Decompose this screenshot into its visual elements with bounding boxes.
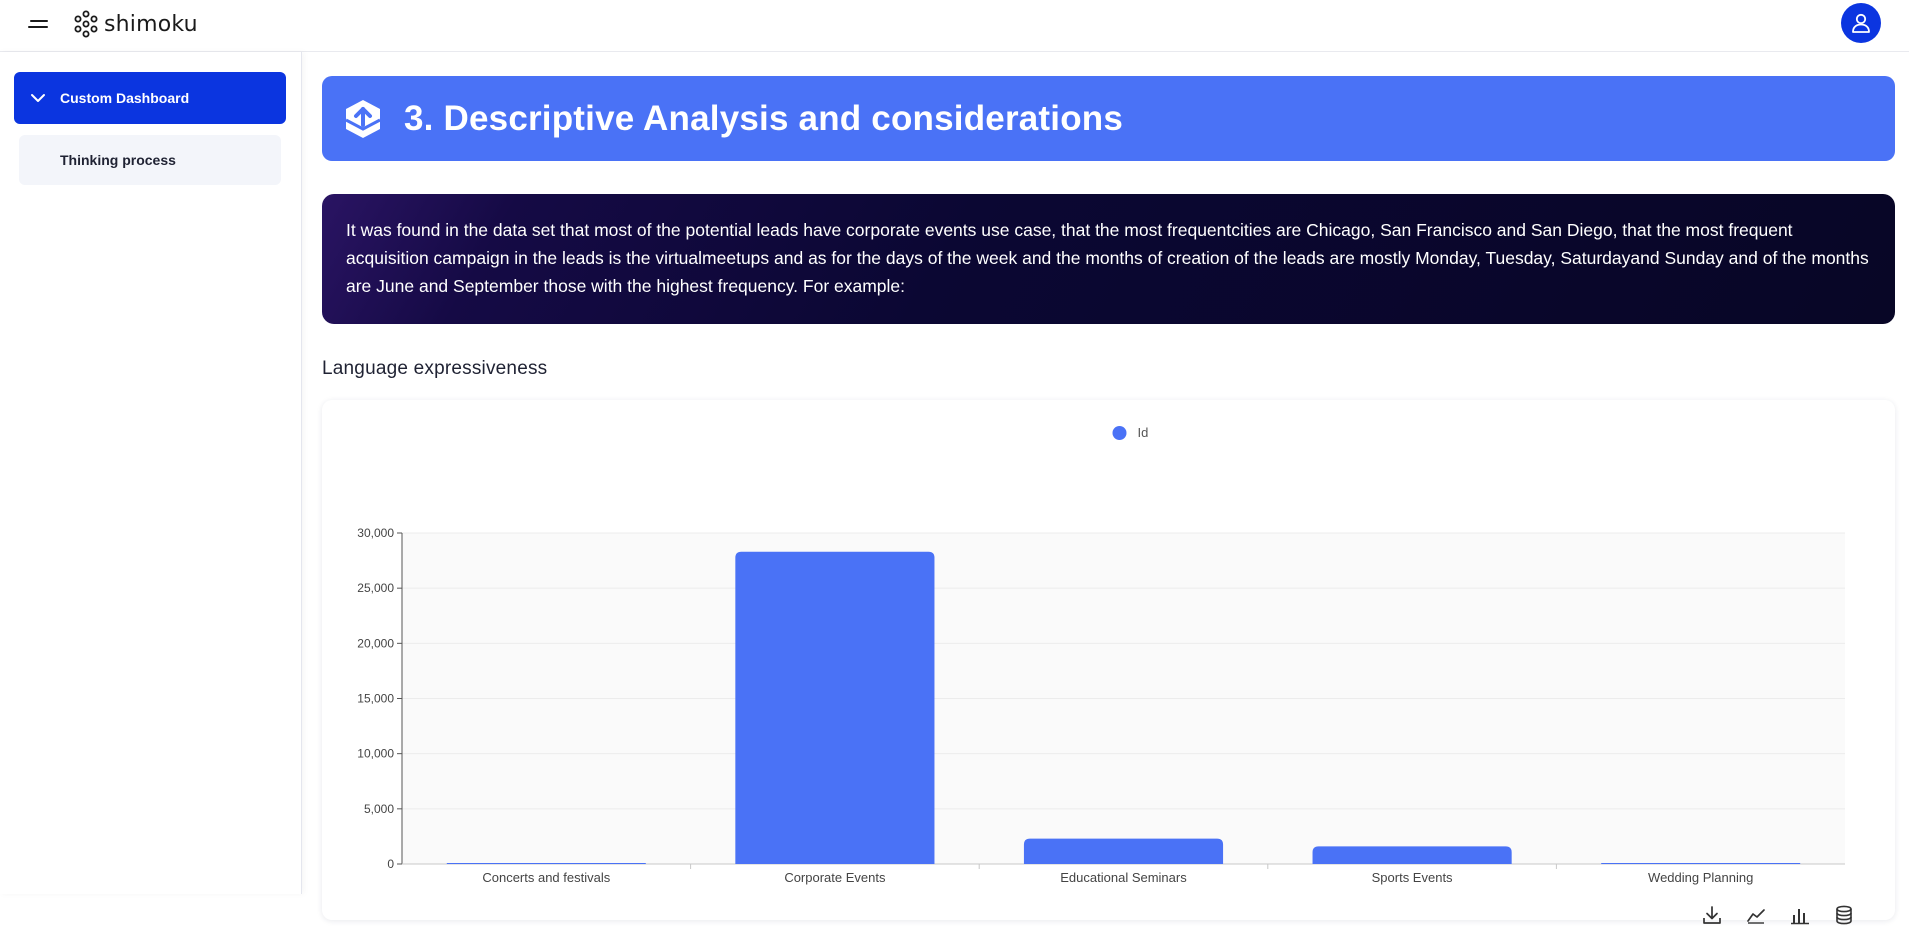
box-upload-icon xyxy=(345,99,381,138)
x-tick-label: Educational Seminars xyxy=(1060,870,1187,885)
description-card: It was found in the data set that most o… xyxy=(322,194,1895,324)
y-tick-label: 25,000 xyxy=(357,581,394,595)
line-chart-icon[interactable] xyxy=(1745,904,1767,926)
menu-toggle-icon[interactable] xyxy=(26,12,52,38)
bar xyxy=(1023,838,1224,864)
bar xyxy=(446,863,646,864)
x-tick-label: Sports Events xyxy=(1372,870,1453,885)
download-icon[interactable] xyxy=(1701,904,1723,926)
top-bar: shimoku xyxy=(0,0,1909,52)
chevron-down-icon xyxy=(31,94,45,102)
page-title: 3. Descriptive Analysis and consideratio… xyxy=(404,98,1124,138)
sidebar-item-thinking-process[interactable]: Thinking process xyxy=(19,135,281,185)
x-tick-label: Corporate Events xyxy=(784,870,886,885)
chart-toolbar xyxy=(1701,904,1855,926)
y-tick-label: 0 xyxy=(387,857,394,871)
legend-label: Id xyxy=(1138,425,1149,440)
sidebar: Custom Dashboard Thinking process xyxy=(0,52,302,894)
bar xyxy=(1312,846,1512,864)
sidebar-item-label: Thinking process xyxy=(60,152,176,168)
bar-chart-icon[interactable] xyxy=(1789,904,1811,926)
y-tick-label: 20,000 xyxy=(357,636,394,650)
bar-chart: 0 5,000 10,000 15,000 20,000 25,000 30,000 Conc… xyxy=(357,425,1845,885)
main-content: 3. Descriptive Analysis and consideratio… xyxy=(302,52,1909,925)
sidebar-item-custom-dashboard[interactable]: Custom Dashboard xyxy=(14,72,286,124)
y-tick-label: 30,000 xyxy=(357,526,394,540)
shimoku-logo[interactable]: shimoku xyxy=(72,9,198,39)
database-icon[interactable] xyxy=(1833,904,1855,926)
section-title: Language expressiveness xyxy=(322,358,548,379)
logo-text: shimoku xyxy=(104,11,198,37)
page-header: 3. Descriptive Analysis and consideratio… xyxy=(322,76,1895,161)
x-tick-label: Wedding Planning xyxy=(1648,870,1753,885)
y-tick-label: 10,000 xyxy=(357,747,394,761)
user-avatar[interactable] xyxy=(1841,3,1881,43)
x-tick-label: Concerts and festivals xyxy=(482,870,610,885)
y-tick-label: 15,000 xyxy=(357,692,394,706)
user-icon xyxy=(1852,13,1870,33)
sidebar-item-label: Custom Dashboard xyxy=(60,90,190,106)
chart-card: 0 5,000 10,000 15,000 20,000 25,000 30,000 Conc… xyxy=(322,400,1895,925)
description-text: It was found in the data set that most o… xyxy=(346,220,1869,296)
logo-mark-icon xyxy=(74,10,98,38)
bar xyxy=(735,551,935,864)
y-tick-label: 5,000 xyxy=(364,802,394,816)
bar xyxy=(1601,863,1801,864)
legend-marker xyxy=(1112,426,1127,440)
